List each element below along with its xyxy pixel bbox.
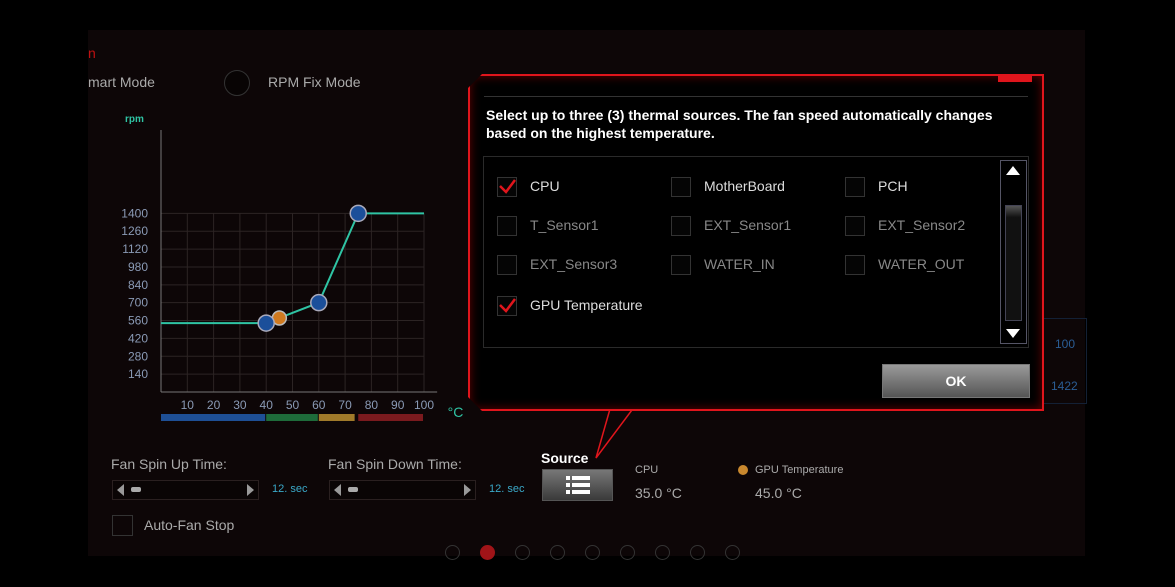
divider bbox=[484, 96, 1028, 97]
curve-control-point[interactable] bbox=[310, 293, 328, 312]
curve-control-point[interactable] bbox=[349, 204, 367, 223]
temperature-zone-bar bbox=[318, 414, 355, 421]
panel-title: n bbox=[88, 45, 96, 61]
y-tick-label: 700 bbox=[128, 296, 148, 310]
table-cell: 1422 bbox=[1051, 379, 1078, 393]
source-checkbox[interactable] bbox=[497, 255, 517, 275]
page-dot[interactable] bbox=[445, 545, 460, 560]
source-label[interactable]: EXT_Sensor1 bbox=[704, 217, 791, 233]
source-button[interactable] bbox=[542, 469, 613, 501]
page-dot[interactable] bbox=[690, 545, 705, 560]
x-tick-label: 10 bbox=[181, 398, 195, 412]
spin-down-label: Fan Spin Down Time: bbox=[328, 456, 462, 472]
x-tick-label: 50 bbox=[286, 398, 300, 412]
table-cell: 100 bbox=[1055, 337, 1076, 351]
source-checkbox[interactable] bbox=[671, 255, 691, 275]
curve-control-point[interactable] bbox=[257, 314, 275, 332]
x-tick-label: 100 bbox=[414, 398, 434, 412]
cpu-reading-name: CPU bbox=[635, 464, 659, 476]
spin-down-slider[interactable] bbox=[329, 480, 476, 500]
scrollbar[interactable] bbox=[1000, 160, 1027, 344]
y-tick-label: 420 bbox=[128, 331, 148, 345]
checkmark-icon bbox=[498, 178, 516, 196]
y-axis-label: rpm bbox=[125, 114, 144, 125]
scroll-thumb[interactable] bbox=[1005, 205, 1022, 321]
source-label[interactable]: WATER_IN bbox=[704, 256, 775, 272]
auto-fan-stop-label[interactable]: Auto-Fan Stop bbox=[144, 517, 234, 533]
x-tick-label: 90 bbox=[391, 398, 405, 412]
x-tick-label: 30 bbox=[233, 398, 247, 412]
arrow-left-icon[interactable] bbox=[117, 484, 124, 496]
thermal-source-dialog: Select up to three (3) thermal sources. … bbox=[468, 74, 1044, 411]
x-tick-label: 60 bbox=[312, 398, 326, 412]
spin-down-value: 12. sec bbox=[489, 483, 525, 495]
arrow-left-icon[interactable] bbox=[334, 484, 341, 496]
background-table: 100 1422 bbox=[1040, 318, 1087, 404]
temperature-zone-bar bbox=[358, 414, 423, 421]
y-tick-label: 280 bbox=[128, 349, 148, 363]
fan-curve-chart[interactable]: rpm °C 1400 1260 1120 980 840 700 560 420 280 140 10… bbox=[100, 105, 470, 430]
arrow-right-icon[interactable] bbox=[464, 484, 471, 496]
source-checkbox[interactable] bbox=[845, 177, 865, 197]
page-dot[interactable] bbox=[725, 545, 740, 560]
scroll-down-icon[interactable] bbox=[1006, 329, 1020, 338]
gpu-reading-value: 45.0 °C bbox=[755, 485, 802, 501]
source-checkbox[interactable] bbox=[671, 177, 691, 197]
source-label: Source bbox=[541, 450, 589, 466]
source-label[interactable]: GPU Temperature bbox=[530, 297, 643, 313]
scroll-up-icon[interactable] bbox=[1006, 166, 1020, 175]
dialog-message: Select up to three (3) thermal sources. … bbox=[486, 107, 993, 141]
source-checkbox[interactable] bbox=[497, 177, 517, 197]
page-dot[interactable] bbox=[655, 545, 670, 560]
temperature-zone-bar bbox=[161, 414, 266, 421]
source-checkbox[interactable] bbox=[497, 216, 517, 236]
source-label[interactable]: EXT_Sensor3 bbox=[530, 256, 617, 272]
gpu-reading-name: GPU Temperature bbox=[755, 464, 844, 476]
x-tick-label: 40 bbox=[260, 398, 274, 412]
gpu-dot-icon bbox=[738, 465, 748, 475]
dialog-accent bbox=[998, 76, 1032, 82]
spin-up-value: 12. sec bbox=[272, 483, 308, 495]
source-label[interactable]: EXT_Sensor2 bbox=[878, 217, 965, 233]
source-checkbox[interactable] bbox=[671, 216, 691, 236]
y-tick-label: 980 bbox=[128, 260, 148, 274]
source-label[interactable]: CPU bbox=[530, 178, 560, 194]
source-label[interactable]: MotherBoard bbox=[704, 178, 785, 194]
source-label[interactable]: PCH bbox=[878, 178, 908, 194]
source-label[interactable]: WATER_OUT bbox=[878, 256, 964, 272]
spin-up-slider[interactable] bbox=[112, 480, 259, 500]
page-dot[interactable] bbox=[550, 545, 565, 560]
cpu-reading-value: 35.0 °C bbox=[635, 485, 682, 501]
ok-button[interactable]: OK bbox=[882, 364, 1030, 398]
source-checkbox[interactable] bbox=[845, 216, 865, 236]
y-tick-label: 1120 bbox=[122, 242, 148, 256]
source-label[interactable]: T_Sensor1 bbox=[530, 217, 598, 233]
arrow-right-icon[interactable] bbox=[247, 484, 254, 496]
list-icon bbox=[566, 476, 590, 494]
page-dot[interactable] bbox=[515, 545, 530, 560]
rpm-fix-mode-radio[interactable] bbox=[224, 70, 250, 96]
spin-up-label: Fan Spin Up Time: bbox=[111, 456, 227, 472]
temperature-zone-bar bbox=[266, 414, 318, 421]
page-dot[interactable] bbox=[620, 545, 635, 560]
slider-thumb[interactable] bbox=[131, 487, 141, 492]
checkmark-icon bbox=[498, 297, 516, 315]
slider-thumb[interactable] bbox=[348, 487, 358, 492]
smart-mode-label[interactable]: mart Mode bbox=[88, 74, 155, 90]
x-axis-label: °C bbox=[448, 404, 464, 420]
page-dot[interactable] bbox=[585, 545, 600, 560]
page-dot[interactable] bbox=[480, 545, 495, 560]
source-checkbox[interactable] bbox=[845, 255, 865, 275]
y-tick-label: 140 bbox=[128, 367, 148, 381]
x-tick-label: 80 bbox=[365, 398, 379, 412]
y-tick-label: 1260 bbox=[121, 224, 148, 238]
x-tick-label: 70 bbox=[338, 398, 352, 412]
y-tick-label: 840 bbox=[128, 278, 148, 292]
y-tick-label: 1400 bbox=[121, 206, 148, 220]
x-tick-label: 20 bbox=[207, 398, 221, 412]
source-checkbox[interactable] bbox=[497, 296, 517, 316]
rpm-fix-mode-label[interactable]: RPM Fix Mode bbox=[268, 74, 361, 90]
y-tick-label: 560 bbox=[128, 314, 148, 328]
auto-fan-stop-checkbox[interactable] bbox=[112, 515, 133, 536]
